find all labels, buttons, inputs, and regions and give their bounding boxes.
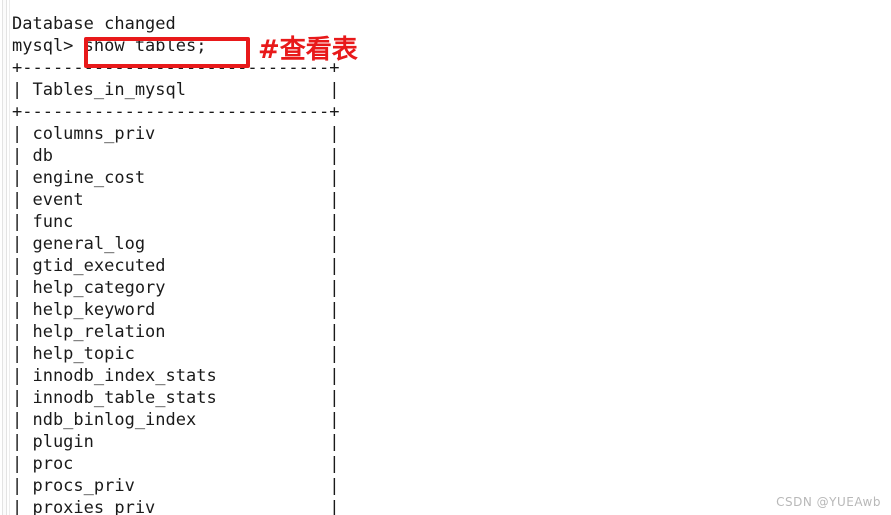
table-row: | help_category | [12,278,340,298]
table-row: | event | [12,190,340,210]
table-row: | help_topic | [12,344,340,364]
table-row: | columns_priv | [12,124,340,144]
annotation-note: #查看表 [258,35,358,65]
vertical-scrollbar[interactable] [0,0,10,515]
table-row: | db | [12,146,340,166]
watermark: CSDN @YUEAwb [776,495,881,509]
table-row: | proc | [12,454,340,474]
table-row: | func | [12,212,340,232]
table-row: | ndb_binlog_index | [12,410,340,430]
table-rule-middle: +------------------------------+ [12,102,340,122]
table-row: | help_relation | [12,322,340,342]
table-row: | procs_priv | [12,476,340,496]
terminal-output[interactable]: Database changed mysql> show tables; +--… [12,0,882,515]
table-row-list: | columns_priv | | db | | engine_cost | | e… [12,123,340,515]
table-column-header: | Tables_in_mysql | [12,80,340,100]
table-row: | innodb_index_stats | [12,366,340,386]
table-row: | help_keyword | [12,300,340,320]
terminal-screenshot: Database changed mysql> show tables; +--… [0,0,891,515]
table-row: | engine_cost | [12,168,340,188]
table-row: | innodb_table_stats | [12,388,340,408]
command-highlight-box [84,37,250,68]
database-changed-message: Database changed [12,14,176,34]
scrollbar-thumb[interactable] [2,0,7,515]
table-row: | gtid_executed | [12,256,340,276]
table-row: | plugin | [12,432,340,452]
table-row: | proxies_priv | [12,498,340,515]
table-row: | general_log | [12,234,340,254]
